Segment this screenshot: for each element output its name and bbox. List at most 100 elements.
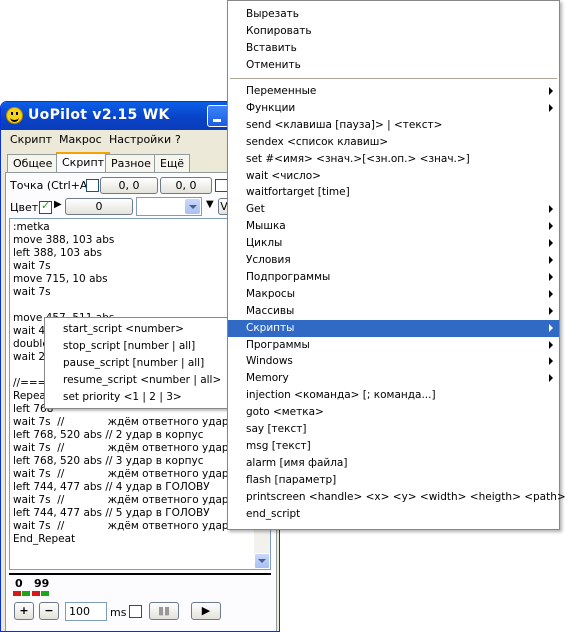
scroll-down-arrow-icon[interactable]	[254, 553, 270, 569]
menu-item-label: Программы	[246, 338, 310, 351]
menu-item-макросы[interactable]: Макросы	[228, 286, 559, 303]
submenu-item-stop-script[interactable]: stop_script [number | all]	[63, 340, 195, 352]
menu-item-label: Скрипты	[246, 321, 295, 334]
menu-settings[interactable]: Настройки	[109, 133, 171, 146]
color-label: Цвет:	[10, 201, 42, 214]
menu-separator	[230, 78, 557, 79]
menu-item-injection[interactable]: injection <команда> [; команда...]	[228, 387, 559, 404]
menu-macro[interactable]: Макрос	[59, 133, 102, 146]
menu-item-label: sendex <список клавиш>	[246, 135, 389, 148]
menu-item-set[interactable]: set #<имя> <знач.>[<зн.оп.> <знач.>]	[228, 151, 559, 168]
play-icon: ▶	[201, 604, 211, 617]
color-value[interactable]: 0	[65, 198, 133, 215]
color-combo[interactable]	[136, 197, 202, 216]
menu-item-label: alarm [имя файла]	[246, 456, 348, 469]
menu-item-waitfortarget[interactable]: waitfortarget [time]	[228, 184, 559, 201]
submenu-arrow-icon	[549, 374, 553, 383]
play-arrow-icon: ▶	[54, 199, 62, 210]
submenu-arrow-icon	[549, 340, 553, 349]
submenu-arrow-icon	[549, 289, 553, 298]
menu-item-printscreen[interactable]: printscreen <handle> <x> <y> <width> <he…	[228, 489, 566, 506]
menu-item-goto[interactable]: goto <метка>	[228, 404, 559, 421]
menu-item-label: Memory	[246, 372, 289, 385]
menu-item-wait[interactable]: wait <число>	[228, 168, 559, 185]
point-checkbox[interactable]	[86, 179, 99, 192]
menu-item-windows[interactable]: Windows	[228, 353, 559, 370]
submenu-item-start-script[interactable]: start_script <number>	[63, 323, 184, 335]
submenu-arrow-icon	[549, 323, 553, 332]
color-checkbox[interactable]	[39, 199, 52, 214]
menu-item-подпрограммы[interactable]: Подпрограммы	[228, 269, 559, 286]
menu-item-копировать[interactable]: Копировать	[228, 23, 559, 40]
menu-item-label: set #<имя> <знач.>[<зн.оп.> <знач.>]	[246, 152, 470, 165]
menu-item-label: end_script	[246, 507, 301, 520]
submenu-arrow-icon	[549, 103, 553, 112]
menu-item-скрипты[interactable]: Скрипты	[228, 319, 559, 337]
menu-item-массивы[interactable]: Массивы	[228, 303, 559, 320]
menu-item-переменные[interactable]: Переменные	[228, 83, 559, 100]
menu-item-вставить[interactable]: Вставить	[228, 40, 559, 57]
menu-item-label: injection <команда> [; команда...]	[246, 389, 436, 402]
code-line: End_Repeat	[13, 533, 76, 545]
scripts-submenu: start_script <number> stop_script [numbe…	[44, 317, 228, 409]
submenu-arrow-icon	[549, 239, 553, 248]
ms-checkbox[interactable]	[129, 605, 142, 618]
menu-item-отменить[interactable]: Отменить	[228, 57, 559, 74]
menu-item-функции[interactable]: Функции	[228, 100, 559, 117]
point-value-1[interactable]: 0, 0	[100, 177, 158, 194]
menu-item-end_script[interactable]: end_script	[228, 506, 559, 523]
pause-button[interactable]: ▮▮	[149, 602, 179, 620]
menu-item-label: waitfortarget [time]	[246, 186, 350, 199]
menu-item-label: wait <число>	[246, 169, 321, 182]
minus-button[interactable]: −	[39, 602, 59, 620]
dropdown-arrow-icon[interactable]	[185, 199, 200, 214]
menu-item-циклы[interactable]: Циклы	[228, 235, 559, 252]
menu-item-msg[interactable]: msg [текст]	[228, 438, 559, 455]
submenu-item-set-priority[interactable]: set priority <1 | 2 | 3>	[63, 391, 182, 403]
ms-label: ms	[110, 606, 127, 619]
interval-input[interactable]: 100	[65, 602, 107, 621]
menu-item-memory[interactable]: Memory	[228, 370, 559, 387]
minimize-button[interactable]	[207, 105, 229, 127]
menu-item-send[interactable]: send <клавиша [пауза]> | <текст>	[228, 117, 559, 134]
smiley-app-icon	[6, 107, 23, 124]
menu-item-label: Подпрограммы	[246, 270, 331, 283]
tab-more[interactable]: Ещё	[154, 154, 191, 173]
progress-line	[9, 573, 271, 575]
tab-misc[interactable]: Разное	[105, 154, 157, 173]
menu-item-программы[interactable]: Программы	[228, 337, 559, 354]
menu-item-label: Windows	[246, 355, 293, 368]
menu-help[interactable]: ?	[175, 133, 181, 146]
plus-button[interactable]: +	[14, 602, 34, 620]
tab-general[interactable]: Общее	[7, 154, 59, 173]
menu-item-label: Вставить	[246, 42, 297, 54]
submenu-item-pause-script[interactable]: pause_script [number | all]	[63, 357, 204, 369]
menu-item-label: goto <метка>	[246, 406, 324, 419]
menu-item-label: Макросы	[246, 287, 295, 300]
menu-item-label: flash [параметр]	[246, 473, 337, 486]
menu-item-вырезать[interactable]: Вырезать	[228, 6, 559, 23]
tab-script[interactable]: Скрипт	[56, 152, 111, 173]
menu-script[interactable]: Скрипт	[10, 133, 52, 146]
status-led	[13, 591, 21, 596]
menu-item-label: Массивы	[246, 304, 295, 317]
menu-item-label: Копировать	[246, 25, 312, 37]
menu-item-условия[interactable]: Условия	[228, 252, 559, 269]
pause-icon: ▮▮	[157, 604, 171, 617]
menu-item-get[interactable]: Get	[228, 201, 559, 218]
play-button[interactable]: ▶	[191, 602, 221, 620]
submenu-item-resume-script[interactable]: resume_script <number | all>	[63, 374, 221, 386]
menu-item-say[interactable]: say [текст]	[228, 421, 559, 438]
submenu-arrow-icon	[549, 256, 553, 264]
window-title: UoPilot v2.15 WK	[28, 107, 170, 123]
status-led	[41, 591, 49, 596]
menu-item-flash[interactable]: flash [параметр]	[228, 472, 559, 489]
menu-item-alarm[interactable]: alarm [имя файла]	[228, 455, 559, 472]
status-led	[22, 591, 30, 596]
menu-item-мышка[interactable]: Мышка	[228, 218, 559, 235]
menu-item-label: printscreen <handle> <x> <y> <width> <he…	[246, 490, 566, 503]
point-value-2[interactable]: 0, 0	[160, 177, 212, 194]
menu-item-sendex[interactable]: sendex <список клавиш>	[228, 134, 559, 151]
menu-item-label: msg [текст]	[246, 439, 311, 452]
menu-item-label: Переменные	[246, 85, 317, 97]
